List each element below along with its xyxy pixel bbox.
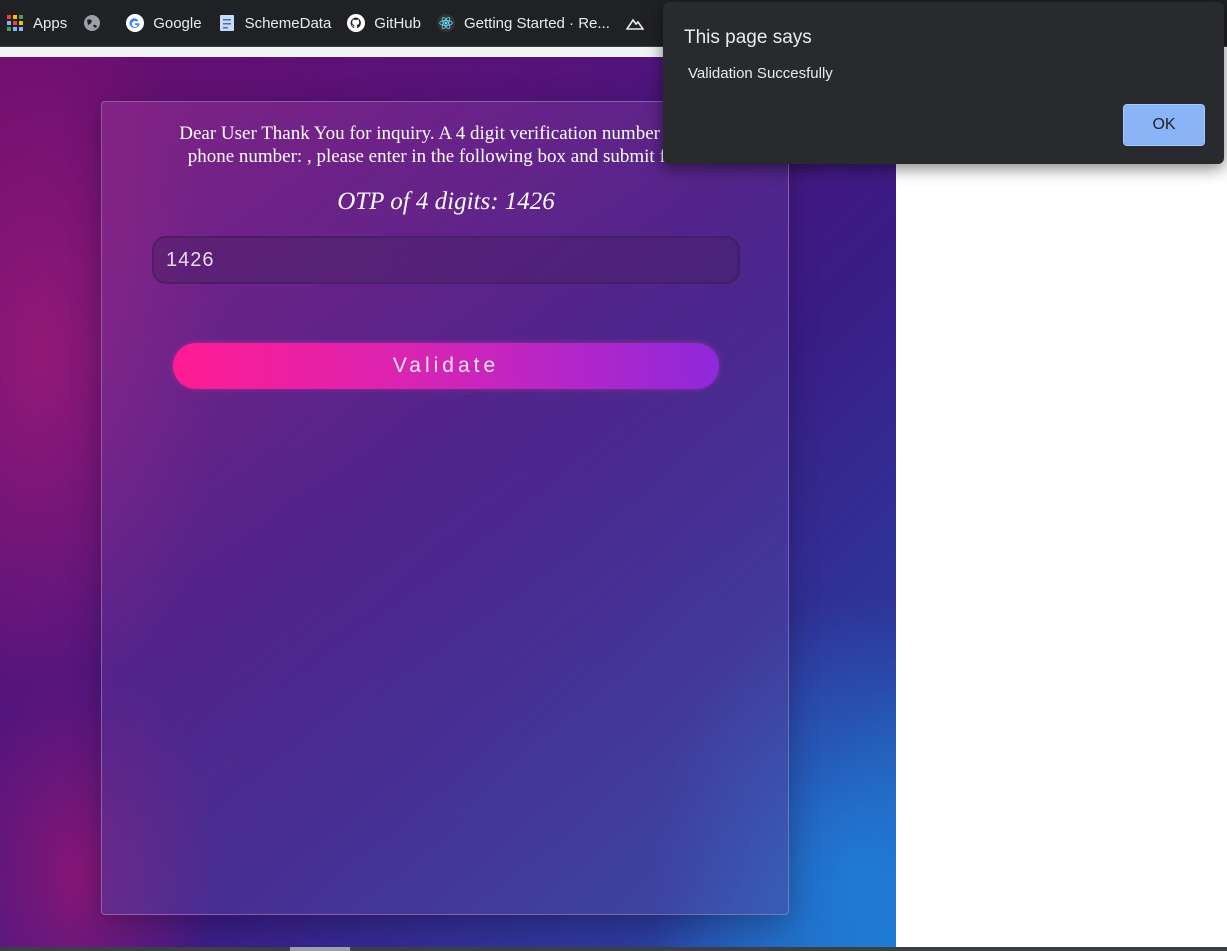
bookmark-label: Apps [33, 14, 68, 32]
otp-card: Dear User Thank You for inquiry. A 4 dig… [101, 101, 789, 915]
otp-input[interactable] [152, 236, 740, 284]
ok-button[interactable]: OK [1123, 104, 1205, 146]
bookmark-label: GitHub [374, 14, 421, 32]
bookmark-mountain[interactable] [620, 8, 663, 38]
validate-button[interactable]: Validate [173, 343, 719, 389]
otp-heading: OTP of 4 digits: 1426 [337, 188, 555, 215]
react-icon [436, 14, 455, 32]
bookmark-github[interactable]: GitHub [341, 8, 431, 38]
mountain-icon [625, 14, 644, 32]
bookmark-label: Getting Started · Re... [463, 14, 610, 32]
dialog-title: This page says [684, 27, 812, 48]
bookmark-schemedata[interactable]: SchemeData [212, 8, 342, 38]
apps-grid-icon [6, 14, 24, 32]
horizontal-scrollbar[interactable] [0, 947, 1227, 951]
bookmark-apps[interactable]: Apps [0, 8, 77, 38]
bookmark-google[interactable]: Google [120, 8, 211, 38]
google-icon [126, 14, 145, 32]
globe-icon [83, 14, 101, 32]
github-icon [347, 14, 366, 32]
document-icon [218, 14, 236, 32]
dialog-message: Validation Succesfully [688, 65, 833, 82]
scrollbar-thumb[interactable] [290, 947, 350, 951]
alert-dialog: This page says Validation Succesfully OK [663, 2, 1224, 164]
bookmark-label: Google [153, 14, 202, 32]
bookmark-label: SchemeData [244, 14, 332, 32]
bookmark-globe[interactable] [77, 8, 120, 38]
bookmark-react-getting-started[interactable]: Getting Started · Re... [431, 8, 620, 38]
